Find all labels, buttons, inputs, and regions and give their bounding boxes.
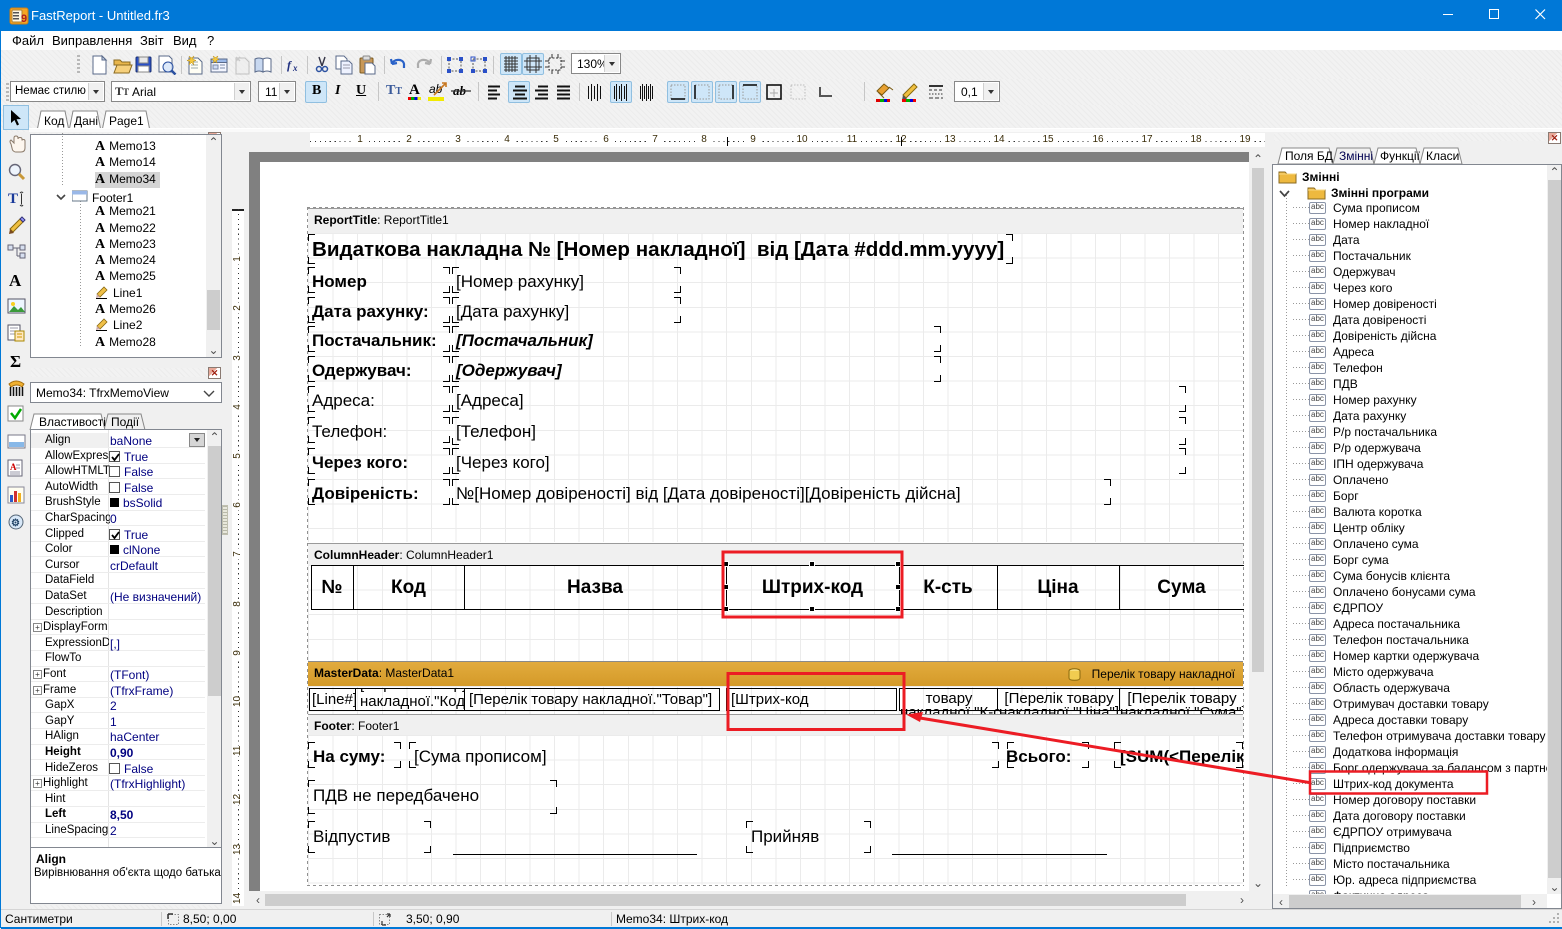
svg-text:Змінні: Змінні (1339, 149, 1373, 163)
svg-text:f: f (287, 58, 292, 72)
svg-text:⚙: ⚙ (11, 518, 20, 529)
svg-text:Події: Події (111, 415, 140, 429)
svg-text:Функції: Функції (1380, 149, 1421, 163)
svg-text:9: 9 (21, 13, 27, 25)
svg-text:Код: Код (44, 114, 64, 128)
svg-text:Σ: Σ (10, 352, 21, 371)
svg-text:A: A (10, 462, 17, 472)
svg-text:Page1: Page1 (109, 114, 144, 128)
svg-text:x: x (292, 63, 298, 73)
svg-text:Дані: Дані (74, 114, 98, 128)
svg-text:Поля БД: Поля БД (1285, 149, 1333, 163)
svg-text:A: A (9, 271, 22, 290)
svg-text:Властивості: Властивості (39, 415, 106, 429)
svg-text:Класи: Класи (1426, 149, 1459, 163)
svg-text:T: T (8, 191, 18, 207)
